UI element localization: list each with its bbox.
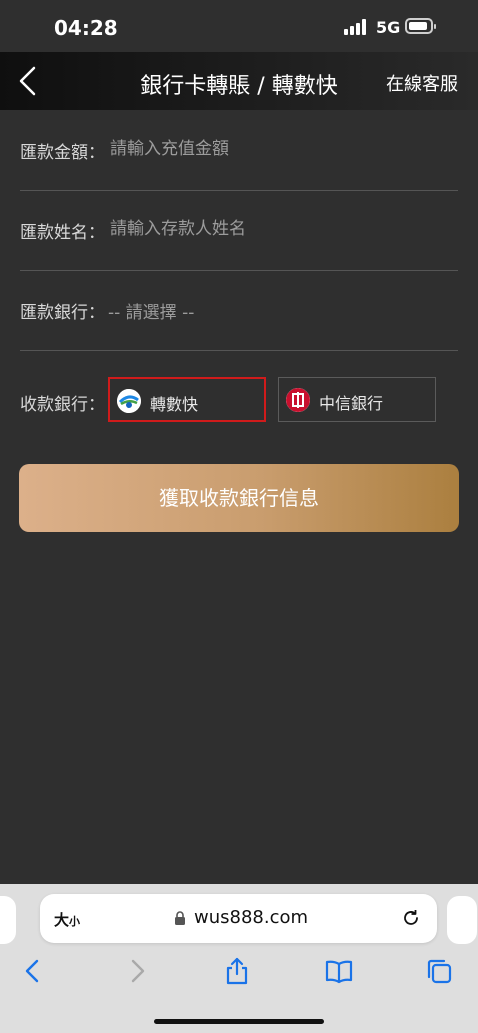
nav-bar: 銀行卡轉賬 / 轉數快 在線客服 xyxy=(0,52,478,110)
bank-row: 匯款銀行： -- 請選擇 -- xyxy=(20,270,458,351)
name-row: 匯款姓名： xyxy=(20,190,458,271)
bank-option-citic[interactable]: 中信銀行 xyxy=(278,377,436,422)
amount-input[interactable] xyxy=(108,134,452,164)
amount-label: 匯款金額： xyxy=(20,143,105,163)
amount-row: 匯款金額： xyxy=(20,110,458,191)
get-bank-info-button[interactable]: 獲取收款銀行信息 xyxy=(19,464,459,532)
fps-icon xyxy=(117,389,141,413)
bank-select[interactable]: -- 請選擇 -- xyxy=(108,298,194,323)
text-size-button[interactable]: 大小 xyxy=(54,909,80,930)
signal-icon xyxy=(344,19,370,35)
citic-bank-icon xyxy=(286,388,310,412)
battery-icon xyxy=(405,18,436,34)
browser-toolbar: 大小 wus888.com xyxy=(0,884,478,1033)
forward-arrow-icon[interactable] xyxy=(122,956,152,986)
home-indicator xyxy=(154,1019,324,1024)
share-icon[interactable] xyxy=(222,956,252,986)
url-text: wus888.com xyxy=(194,907,309,928)
status-time: 04:28 xyxy=(54,16,118,40)
network-type: 5G xyxy=(376,18,401,37)
name-label: 匯款姓名： xyxy=(20,223,105,243)
bank-option-fps[interactable]: 轉數快 xyxy=(108,377,266,422)
bookmarks-icon[interactable] xyxy=(324,956,354,986)
bank-label: 匯款銀行： xyxy=(20,303,105,323)
address-bar[interactable]: 大小 wus888.com xyxy=(40,894,437,943)
reload-icon[interactable] xyxy=(401,908,421,928)
tabs-icon[interactable] xyxy=(424,956,454,986)
back-arrow-icon[interactable] xyxy=(18,956,48,986)
online-service-link[interactable]: 在線客服 xyxy=(386,70,458,96)
next-tab-preview[interactable] xyxy=(447,896,477,944)
status-bar: 04:28 5G xyxy=(0,0,478,52)
previous-tab-preview[interactable] xyxy=(0,896,16,944)
lock-icon xyxy=(175,911,185,925)
bank-option-label: 轉數快 xyxy=(150,395,199,414)
bank-option-label: 中信銀行 xyxy=(319,394,384,413)
receive-bank-label: 收款銀行： xyxy=(20,395,105,415)
depositor-name-input[interactable] xyxy=(108,214,452,244)
